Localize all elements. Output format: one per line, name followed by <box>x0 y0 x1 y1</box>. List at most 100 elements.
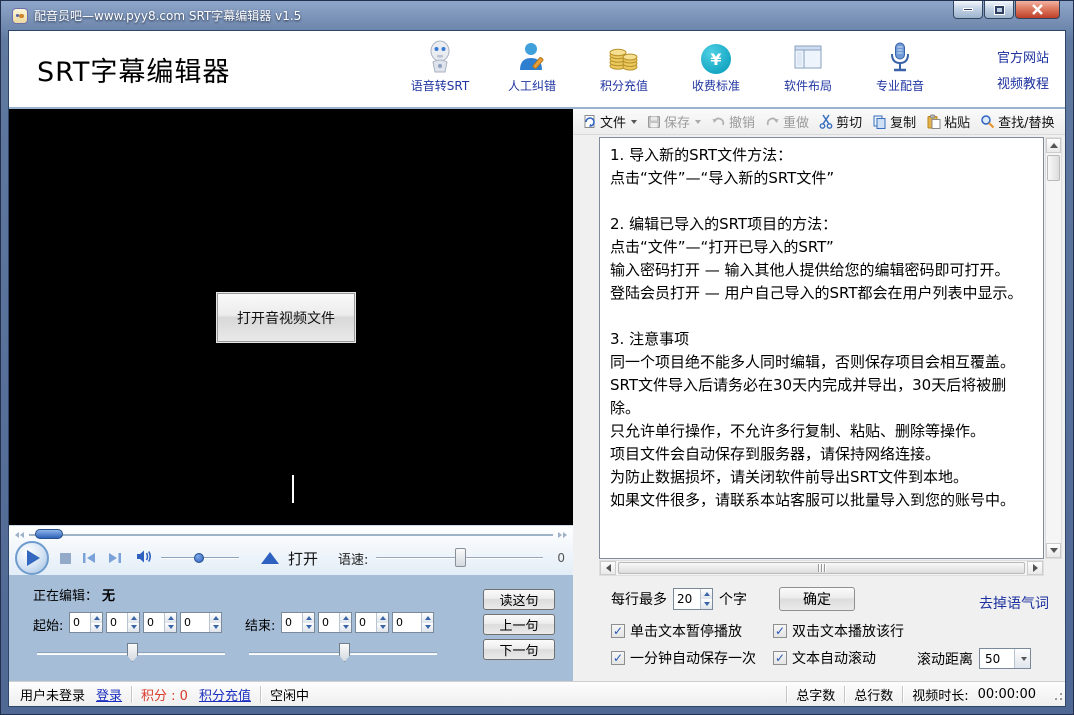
dropdown-button[interactable] <box>1014 649 1030 668</box>
nav-item-layout[interactable]: 软件布局 <box>775 38 841 94</box>
redo-button[interactable]: 重做 <box>760 110 814 133</box>
copy-button[interactable]: 复制 <box>867 110 921 133</box>
spin-down-icon[interactable] <box>91 623 102 633</box>
scroll-left-button[interactable] <box>600 561 616 575</box>
spin-down-icon[interactable] <box>701 599 712 609</box>
confirm-button[interactable]: 确定 <box>779 587 855 611</box>
undo-button[interactable]: 撤销 <box>706 110 760 133</box>
remove-filler-words-link[interactable]: 去掉语气词 <box>979 593 1049 613</box>
search-icon <box>980 114 995 129</box>
next-sentence-button[interactable]: 下一句 <box>483 639 555 660</box>
next-button[interactable] <box>107 551 123 565</box>
volume-thumb[interactable] <box>194 553 204 563</box>
spin-down-icon[interactable] <box>377 623 388 633</box>
spin-up-icon[interactable] <box>340 613 351 623</box>
scroll-right-button[interactable] <box>1027 561 1043 575</box>
seek-thumb[interactable] <box>35 529 63 539</box>
seek-bar[interactable] <box>13 528 569 541</box>
horizontal-scroll-thumb[interactable] <box>618 562 1025 574</box>
scroll-distance-select[interactable]: 50 <box>979 648 1031 669</box>
check-icon: ✓ <box>775 625 785 637</box>
previous-button[interactable] <box>81 551 97 565</box>
resize-grip[interactable] <box>1049 687 1063 701</box>
slider-thumb[interactable] <box>339 643 350 662</box>
end-spinner-millis[interactable]: 0 <box>392 612 434 633</box>
nav-item-pricing[interactable]: ¥ 收费标准 <box>683 38 749 94</box>
eject-button[interactable] <box>261 552 279 564</box>
nav-item-recharge[interactable]: 积分充值 <box>591 38 657 94</box>
horizontal-scrollbar[interactable] <box>599 560 1044 576</box>
play-button[interactable] <box>15 541 49 575</box>
end-spinner-hours[interactable]: 0 <box>281 612 315 633</box>
duration-value: 00:00:00 <box>978 687 1045 702</box>
spin-up-icon[interactable] <box>91 613 102 623</box>
previous-sentence-button[interactable]: 上一句 <box>483 614 555 635</box>
seek-track[interactable] <box>29 534 553 536</box>
dropdown-icon <box>631 120 637 124</box>
select-value: 50 <box>980 649 1014 668</box>
open-file-label[interactable]: 打开 <box>288 548 318 569</box>
login-link[interactable]: 登录 <box>94 685 131 704</box>
video-tutorial-link[interactable]: 视频教程 <box>997 72 1049 98</box>
spin-up-icon[interactable] <box>303 613 314 623</box>
cut-button[interactable]: 剪切 <box>814 110 867 133</box>
checkbox-play-on-double-click[interactable]: ✓ 双击文本播放该行 <box>773 621 904 641</box>
scroll-down-button[interactable] <box>1046 543 1061 558</box>
start-spinner-hours[interactable]: 0 <box>69 612 103 633</box>
seek-forward-icon <box>558 532 562 538</box>
vertical-scroll-thumb[interactable] <box>1047 155 1060 181</box>
speed-slider[interactable] <box>376 547 543 569</box>
start-spinner-seconds[interactable]: 0 <box>143 612 177 633</box>
maximize-button[interactable] <box>984 1 1014 19</box>
nav-item-voice-to-srt[interactable]: 语音转SRT <box>407 38 473 94</box>
slider-thumb[interactable] <box>127 643 138 662</box>
recharge-link[interactable]: 积分充值 <box>197 685 260 704</box>
end-spinner-minutes[interactable]: 0 <box>318 612 352 633</box>
read-sentence-button[interactable]: 读这句 <box>483 589 555 610</box>
checkbox-pause-on-click[interactable]: ✓ 单击文本暂停播放 <box>611 621 742 641</box>
save-button[interactable]: 保存 <box>642 110 706 133</box>
minimize-button[interactable] <box>953 1 983 19</box>
file-menu-button[interactable]: 文件 <box>577 110 642 133</box>
spin-up-icon[interactable] <box>377 613 388 623</box>
end-spinner-seconds[interactable]: 0 <box>355 612 389 633</box>
paste-button[interactable]: 粘贴 <box>921 110 975 133</box>
start-spinner-minutes[interactable]: 0 <box>106 612 140 633</box>
spin-down-icon[interactable] <box>340 623 351 633</box>
spin-up-icon[interactable] <box>701 589 712 599</box>
subtitle-text-area[interactable]: 1. 导入新的SRT文件方法： 点击“文件”—“导入新的SRT文件” 2. 编辑… <box>599 137 1044 559</box>
spin-down-icon[interactable] <box>210 623 221 633</box>
spin-up-icon[interactable] <box>165 613 176 623</box>
video-area[interactable]: 打开音视频文件 <box>9 109 573 525</box>
find-replace-button[interactable]: 查找/替换 <box>975 110 1059 133</box>
start-time-slider[interactable] <box>37 643 225 663</box>
checkbox-autoscroll[interactable]: ✓ 文本自动滚动 <box>773 648 876 668</box>
end-time-slider[interactable] <box>249 643 437 663</box>
checkbox-autosave[interactable]: ✓ 一分钟自动保存一次 <box>611 648 756 668</box>
spin-down-icon[interactable] <box>303 623 314 633</box>
save-icon <box>647 115 661 129</box>
vertical-scrollbar[interactable] <box>1045 137 1062 559</box>
title-bar[interactable]: 配音员吧—www.pyy8.com SRT字幕编辑器 v1.5 <box>8 1 1066 30</box>
scroll-up-button[interactable] <box>1046 138 1061 153</box>
volume-slider[interactable] <box>161 551 239 565</box>
spin-up-icon[interactable] <box>128 613 139 623</box>
spin-down-icon[interactable] <box>422 623 433 633</box>
nav-item-professional-dubbing[interactable]: 专业配音 <box>867 38 933 94</box>
open-media-file-button[interactable]: 打开音视频文件 <box>217 293 355 342</box>
spin-up-icon[interactable] <box>210 613 221 623</box>
spin-down-icon[interactable] <box>128 623 139 633</box>
per-line-spinner[interactable]: 20 <box>673 588 713 610</box>
close-button[interactable] <box>1015 1 1060 19</box>
spinner-value: 0 <box>107 613 127 632</box>
volume-icon[interactable] <box>135 548 155 569</box>
nav-item-manual-correction[interactable]: 人工纠错 <box>499 38 565 94</box>
spin-up-icon[interactable] <box>422 613 433 623</box>
start-spinner-millis[interactable]: 0 <box>180 612 222 633</box>
spinner-value: 20 <box>674 589 700 609</box>
stop-button[interactable] <box>60 553 71 564</box>
speed-thumb[interactable] <box>455 548 466 567</box>
spin-down-icon[interactable] <box>165 623 176 633</box>
official-site-link[interactable]: 官方网站 <box>997 46 1049 72</box>
file-icon <box>582 114 597 129</box>
